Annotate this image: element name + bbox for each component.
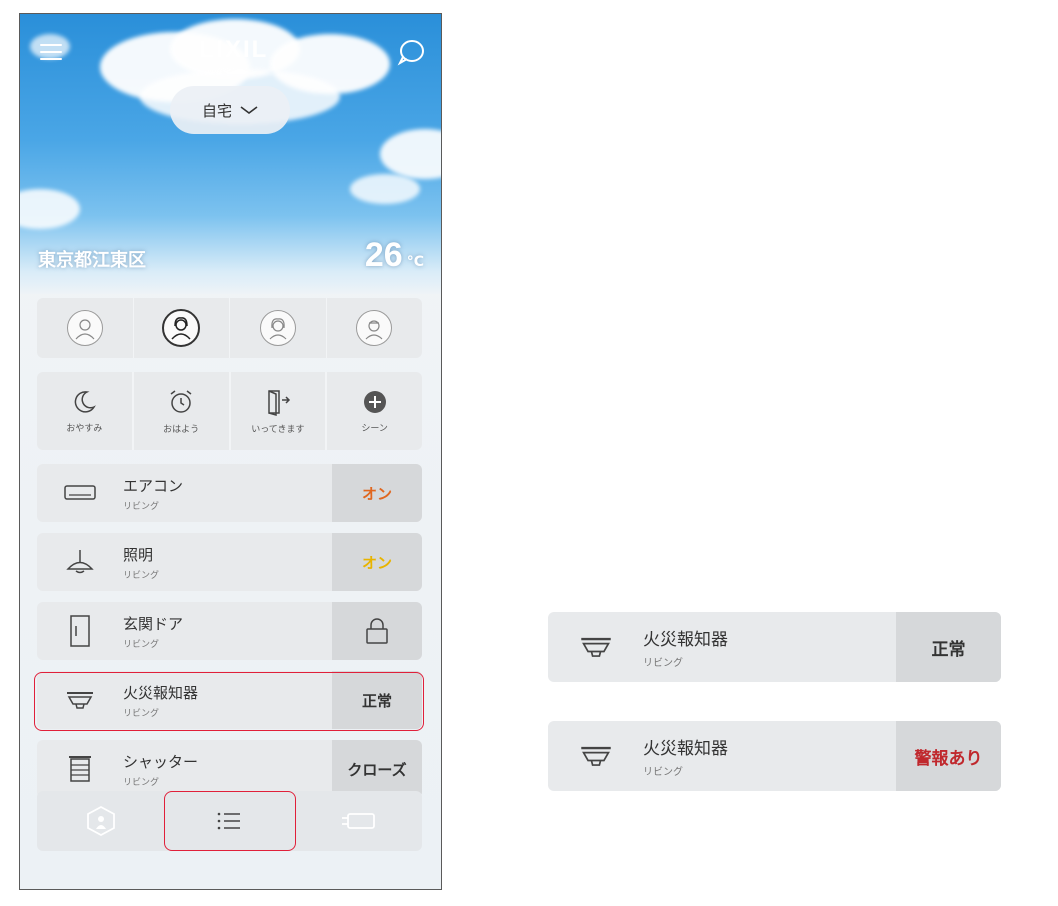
door-icon bbox=[37, 602, 123, 660]
fire-alarm-warning-example: 火災報知器 リビング 警報あり bbox=[548, 721, 1001, 791]
device-row-light[interactable]: 照明 リビング オン bbox=[37, 533, 422, 591]
smoke-detector-icon bbox=[548, 721, 643, 791]
device-icon bbox=[341, 813, 375, 829]
device-row-aircon[interactable]: エアコン リビング オン bbox=[37, 464, 422, 522]
air-conditioner-icon bbox=[37, 464, 123, 522]
member-avatar-2[interactable] bbox=[134, 298, 230, 358]
lixil-logo: LIXIL bbox=[199, 36, 269, 63]
home-selector[interactable]: 自宅 bbox=[170, 86, 290, 134]
device-name: 照明 bbox=[123, 545, 154, 564]
bottom-navigation bbox=[37, 791, 422, 851]
device-room: リビング bbox=[123, 501, 160, 512]
alarm-clock-icon bbox=[170, 389, 192, 413]
moon-icon bbox=[75, 390, 97, 413]
nav-device-list[interactable] bbox=[165, 791, 293, 851]
house-map-icon bbox=[87, 805, 116, 837]
scene-label: おやすみ bbox=[66, 423, 103, 434]
member-avatar-4[interactable] bbox=[327, 298, 423, 358]
device-state-button[interactable]: クローズ bbox=[332, 740, 422, 798]
lock-icon bbox=[366, 618, 388, 644]
device-state-normal: 正常 bbox=[896, 612, 1001, 682]
device-name: エアコン bbox=[123, 476, 184, 495]
device-state-warning: 警報あり bbox=[896, 721, 1001, 791]
device-state-button[interactable]: オン bbox=[332, 533, 422, 591]
home-selector-label: 自宅 bbox=[201, 101, 232, 120]
chevron-down-icon bbox=[240, 106, 258, 114]
device-row-shutter[interactable]: シャッター リビング クローズ bbox=[37, 740, 422, 798]
door-exit-icon bbox=[268, 389, 290, 416]
temperature-display: 26 °C bbox=[365, 236, 424, 275]
device-name: 火災報知器 bbox=[643, 739, 728, 759]
person-avatar-icon bbox=[356, 310, 393, 346]
device-state-button[interactable]: 正常 bbox=[332, 671, 422, 729]
chat-bubble-icon[interactable] bbox=[397, 38, 425, 70]
member-avatar-3[interactable] bbox=[230, 298, 327, 358]
device-name: 火災報知器 bbox=[123, 683, 199, 702]
device-room: リビング bbox=[123, 708, 160, 719]
device-room: リビング bbox=[123, 777, 160, 788]
scene-sleep-button[interactable]: おやすみ bbox=[37, 372, 134, 450]
fire-alarm-normal-example: 火災報知器 リビング 正常 bbox=[548, 612, 1001, 682]
device-state-button[interactable] bbox=[332, 602, 422, 660]
person-avatar-icon bbox=[162, 309, 201, 347]
scene-label: おはよう bbox=[163, 424, 200, 435]
person-avatar-icon bbox=[259, 310, 296, 346]
scene-label: いってきます bbox=[251, 424, 305, 435]
scene-add-button[interactable]: シーン bbox=[327, 372, 422, 450]
device-name: 玄関ドア bbox=[123, 614, 184, 633]
device-name: 火災報知器 bbox=[643, 630, 728, 650]
device-room: リビング bbox=[123, 570, 160, 581]
smoke-detector-icon bbox=[37, 671, 123, 729]
nav-devices[interactable] bbox=[294, 791, 422, 851]
hamburger-menu-icon[interactable] bbox=[40, 44, 62, 62]
scene-leaving-button[interactable]: いってきます bbox=[231, 372, 328, 450]
device-row-door[interactable]: 玄関ドア リビング bbox=[37, 602, 422, 660]
device-room: リビング bbox=[643, 767, 683, 778]
member-avatar-1[interactable] bbox=[37, 298, 134, 358]
device-row-fire-alarm[interactable]: 火災報知器 リビング 正常 bbox=[37, 671, 422, 729]
person-avatar-icon bbox=[66, 310, 103, 346]
device-room: リビング bbox=[123, 639, 160, 650]
scene-morning-button[interactable]: おはよう bbox=[134, 372, 231, 450]
pendant-lamp-icon bbox=[37, 533, 123, 591]
device-name: シャッター bbox=[123, 752, 199, 771]
member-selector bbox=[37, 298, 422, 358]
device-room: リビング bbox=[643, 658, 683, 669]
temperature-value: 26 bbox=[364, 236, 403, 274]
temperature-unit: °C bbox=[406, 254, 424, 270]
scene-label: シーン bbox=[361, 423, 388, 434]
scene-buttons: おやすみ おはよう いってきます シーン bbox=[37, 372, 422, 450]
device-state-button[interactable]: オン bbox=[332, 464, 422, 522]
list-icon bbox=[218, 812, 241, 830]
location-label: 東京都江東区 bbox=[38, 250, 146, 271]
nav-house-map[interactable] bbox=[37, 791, 165, 851]
smoke-detector-icon bbox=[548, 612, 643, 682]
phone-screen: LIXIL 自宅 東京都江東区 26 °C おやすみ おはよう いってきます シ… bbox=[19, 13, 442, 890]
shutter-icon bbox=[37, 740, 123, 798]
plus-circle-icon bbox=[363, 390, 386, 413]
